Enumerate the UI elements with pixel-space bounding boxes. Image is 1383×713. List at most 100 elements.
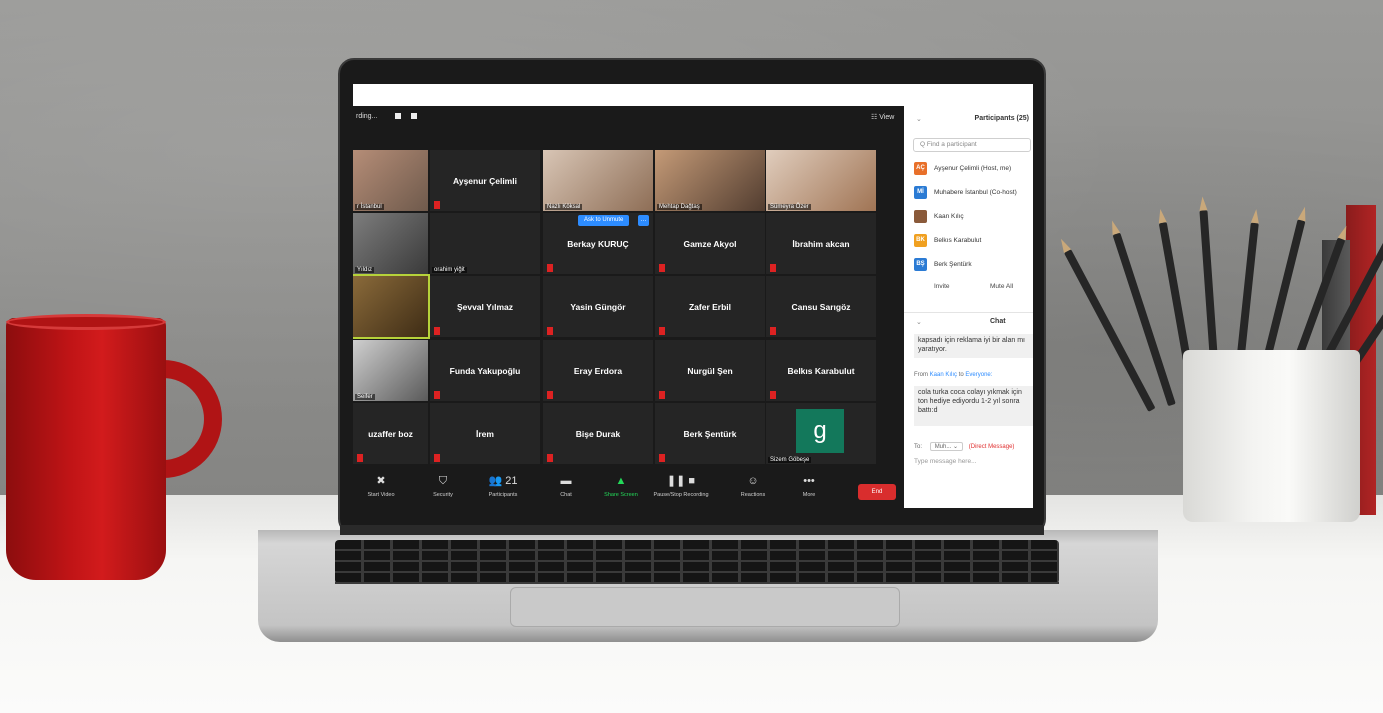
muted-mic-icon — [434, 201, 440, 209]
participant-tile[interactable]: Yıldız — [353, 213, 428, 274]
participant-row[interactable]: BŞ Berk Şentürk — [914, 258, 1033, 272]
avatar — [914, 210, 927, 223]
muted-mic-icon — [770, 264, 776, 272]
participant-tile[interactable]: Nurgül Şen — [655, 340, 765, 401]
participant-tile[interactable] — [353, 274, 430, 339]
participant-tile[interactable]: Funda Yakupoğlu — [430, 340, 540, 401]
participant-tile[interactable]: İbrahim akcan — [766, 213, 876, 274]
participant-tile[interactable]: g Sizem Göbeşe — [766, 403, 876, 464]
more-icon: ••• — [803, 475, 815, 487]
participant-tile[interactable]: Ayşenur Çelimli — [430, 150, 540, 211]
muted-mic-icon — [547, 264, 553, 272]
participant-name: Yasin Güngör — [570, 302, 626, 312]
stop-icon[interactable] — [411, 113, 417, 119]
chat-message-input[interactable]: Type message here... — [914, 458, 977, 465]
find-participant-input[interactable]: Q Find a participant — [913, 138, 1031, 152]
participant-row[interactable]: Kaan Kılıç — [914, 210, 1033, 224]
muted-mic-icon — [770, 391, 776, 399]
participant-tile[interactable]: Cansu Sarıgöz — [766, 276, 876, 337]
participant-name: Eray Erdora — [573, 366, 623, 376]
chevron-down-icon[interactable]: ⌄ — [916, 318, 922, 326]
mute-all-button[interactable]: Mute All — [982, 280, 1021, 294]
video-grid: r İstanbul Ayşenur Çelimli Nazlı Köksal Meh… — [353, 150, 904, 470]
participant-tile[interactable]: Belkıs Karabulut — [766, 340, 876, 401]
participants-label: Participants — [488, 492, 518, 498]
participant-tile[interactable]: orahim yiğit — [430, 213, 540, 274]
participant-tile[interactable]: uzaffer boz — [353, 403, 428, 464]
participant-tile[interactable]: İrem — [430, 403, 540, 464]
pause-icon[interactable] — [395, 113, 401, 119]
participants-header: ⌄ Participants (25) — [904, 112, 1033, 126]
view-label: View — [879, 114, 895, 121]
reactions-button[interactable]: ☺ Reactions — [725, 475, 781, 498]
mug-rim — [6, 314, 166, 330]
participant-name: Zafer Erbil — [688, 302, 732, 312]
participant-tile[interactable]: Şevval Yılmaz — [430, 276, 540, 337]
ask-to-unmute-button[interactable]: Ask to Unmute — [578, 215, 630, 226]
participant-row[interactable]: Mİ Muhabere İstanbul (Co-host) — [914, 186, 1033, 200]
pause-recording-icon: ❚❚ ■ — [666, 475, 696, 487]
participant-label: Sizem Göbeşe — [768, 457, 812, 463]
participant-tile[interactable]: Nazlı Köksal — [543, 150, 653, 211]
participant-tile[interactable]: r İstanbul — [353, 150, 428, 211]
side-panel: ⌄ Participants (25) Q Find a participant… — [904, 106, 1033, 508]
muted-mic-icon — [547, 454, 553, 462]
avatar: AÇ — [914, 162, 927, 175]
participant-tile[interactable]: Seifer — [353, 340, 428, 401]
invite-button[interactable]: Invite — [926, 280, 958, 294]
more-label: More — [802, 492, 816, 498]
participant-name: Muhabere İstanbul (Co-host) — [934, 189, 1017, 196]
participant-tile[interactable]: Yasin Güngör — [543, 276, 653, 337]
recording-label: rding... — [356, 113, 378, 120]
to-word: to — [958, 372, 964, 378]
more-options-icon[interactable]: … — [638, 215, 649, 226]
participants-title: Participants (25) — [974, 115, 1029, 122]
participant-tile[interactable]: Gamze Akyol — [655, 213, 765, 274]
pause-recording-button[interactable]: ❚❚ ■ Pause/Stop Recording — [653, 475, 709, 498]
muted-mic-icon — [659, 391, 665, 399]
participant-name: İrem — [476, 429, 494, 439]
end-button[interactable]: End — [858, 484, 896, 500]
security-button[interactable]: ⛉ Security — [415, 475, 471, 498]
pause-recording-label: Pause/Stop Recording — [653, 492, 709, 498]
laptop-hinge — [340, 525, 1044, 535]
participant-name: uzaffer boz — [368, 429, 413, 439]
participant-name: Berk Şentürk — [934, 261, 972, 268]
chat-button[interactable]: ▬ Chat — [538, 475, 594, 498]
more-button[interactable]: ••• More — [781, 475, 837, 498]
participant-tile[interactable]: Zafer Erbil — [655, 276, 765, 337]
participant-label: Nazlı Köksal — [545, 204, 583, 210]
participant-label: Sümeyra Özer — [768, 204, 811, 210]
participant-tile[interactable]: Eray Erdora — [543, 340, 653, 401]
avatar: BK — [914, 234, 927, 247]
chevron-down-icon[interactable]: ⌄ — [916, 115, 922, 123]
direct-message-label: (Direct Message) — [968, 444, 1015, 450]
from-prefix: From — [914, 372, 928, 378]
participant-name: Ayşenur Çelimli — [453, 176, 517, 186]
to-label: To: — [914, 444, 923, 450]
muted-mic-icon — [659, 264, 665, 272]
muted-mic-icon — [434, 391, 440, 399]
participant-tile[interactable]: Bişe Durak — [543, 403, 653, 464]
recipient-select[interactable]: Muh... ⌄ — [929, 442, 964, 451]
participant-tile[interactable]: Berk Şentürk — [655, 403, 765, 464]
participants-button[interactable]: 👥 21 Participants — [475, 475, 531, 498]
from-name[interactable]: Kaan Kılıç — [930, 372, 957, 378]
chat-title: Chat — [990, 318, 1006, 325]
avatar: BŞ — [914, 258, 927, 271]
participant-row[interactable]: BK Belkıs Karabulut — [914, 234, 1033, 248]
participant-row[interactable]: AÇ Ayşenur Çelimli (Host, me) — [914, 162, 1033, 176]
share-screen-button[interactable]: ▲ Share Screen — [593, 475, 649, 498]
participant-name: Nurgül Şen — [687, 366, 733, 376]
muted-mic-icon — [434, 454, 440, 462]
participant-tile[interactable]: Sümeyra Özer — [766, 150, 876, 211]
participant-name: Belkıs Karabulut — [787, 366, 855, 376]
view-button[interactable]: ☷ View — [871, 113, 894, 121]
chat-message: kapsadı için reklama iyi bir alan mı yar… — [914, 334, 1033, 358]
participant-name: Berk Şentürk — [683, 429, 737, 439]
participants-icon: 👥 21 — [488, 475, 518, 487]
to-name[interactable]: Everyone: — [965, 372, 992, 378]
participant-name: Şevval Yılmaz — [456, 302, 514, 312]
participant-tile[interactable]: Mehtap Dağtaş — [655, 150, 765, 211]
start-video-button[interactable]: ✖ Start Video — [353, 475, 409, 498]
